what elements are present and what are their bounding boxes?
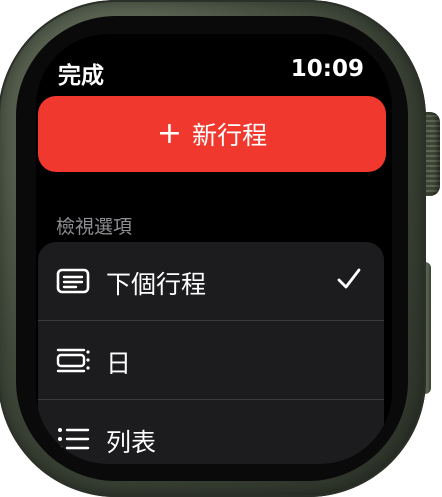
view-options-list: 下個行程 日 列表 [38, 242, 384, 464]
watch-screen: 完成 10:09 + 新行程 檢視選項 下個行程 日 列表 [36, 34, 392, 464]
list-icon [58, 428, 90, 450]
view-options-header: 檢視選項 [56, 216, 133, 238]
new-event-button[interactable]: + 新行程 [38, 96, 386, 172]
new-event-label: 新行程 [192, 121, 268, 150]
up-next-icon [56, 268, 90, 294]
plus-icon: + [156, 116, 183, 151]
status-bar: 完成 10:09 [36, 56, 392, 90]
option-label: 列表 [106, 428, 157, 457]
clock-time: 10:09 [290, 56, 364, 82]
option-label: 日 [106, 349, 132, 378]
option-day[interactable]: 日 [38, 321, 384, 399]
day-view-icon [56, 348, 90, 373]
checkmark-icon [337, 268, 361, 289]
option-list[interactable]: 列表 [38, 400, 384, 464]
option-up-next[interactable]: 下個行程 [38, 242, 384, 320]
option-label: 下個行程 [106, 270, 207, 299]
done-button[interactable]: 完成 [58, 56, 104, 90]
apple-watch: 完成 10:09 + 新行程 檢視選項 下個行程 日 列表 [0, 0, 442, 497]
